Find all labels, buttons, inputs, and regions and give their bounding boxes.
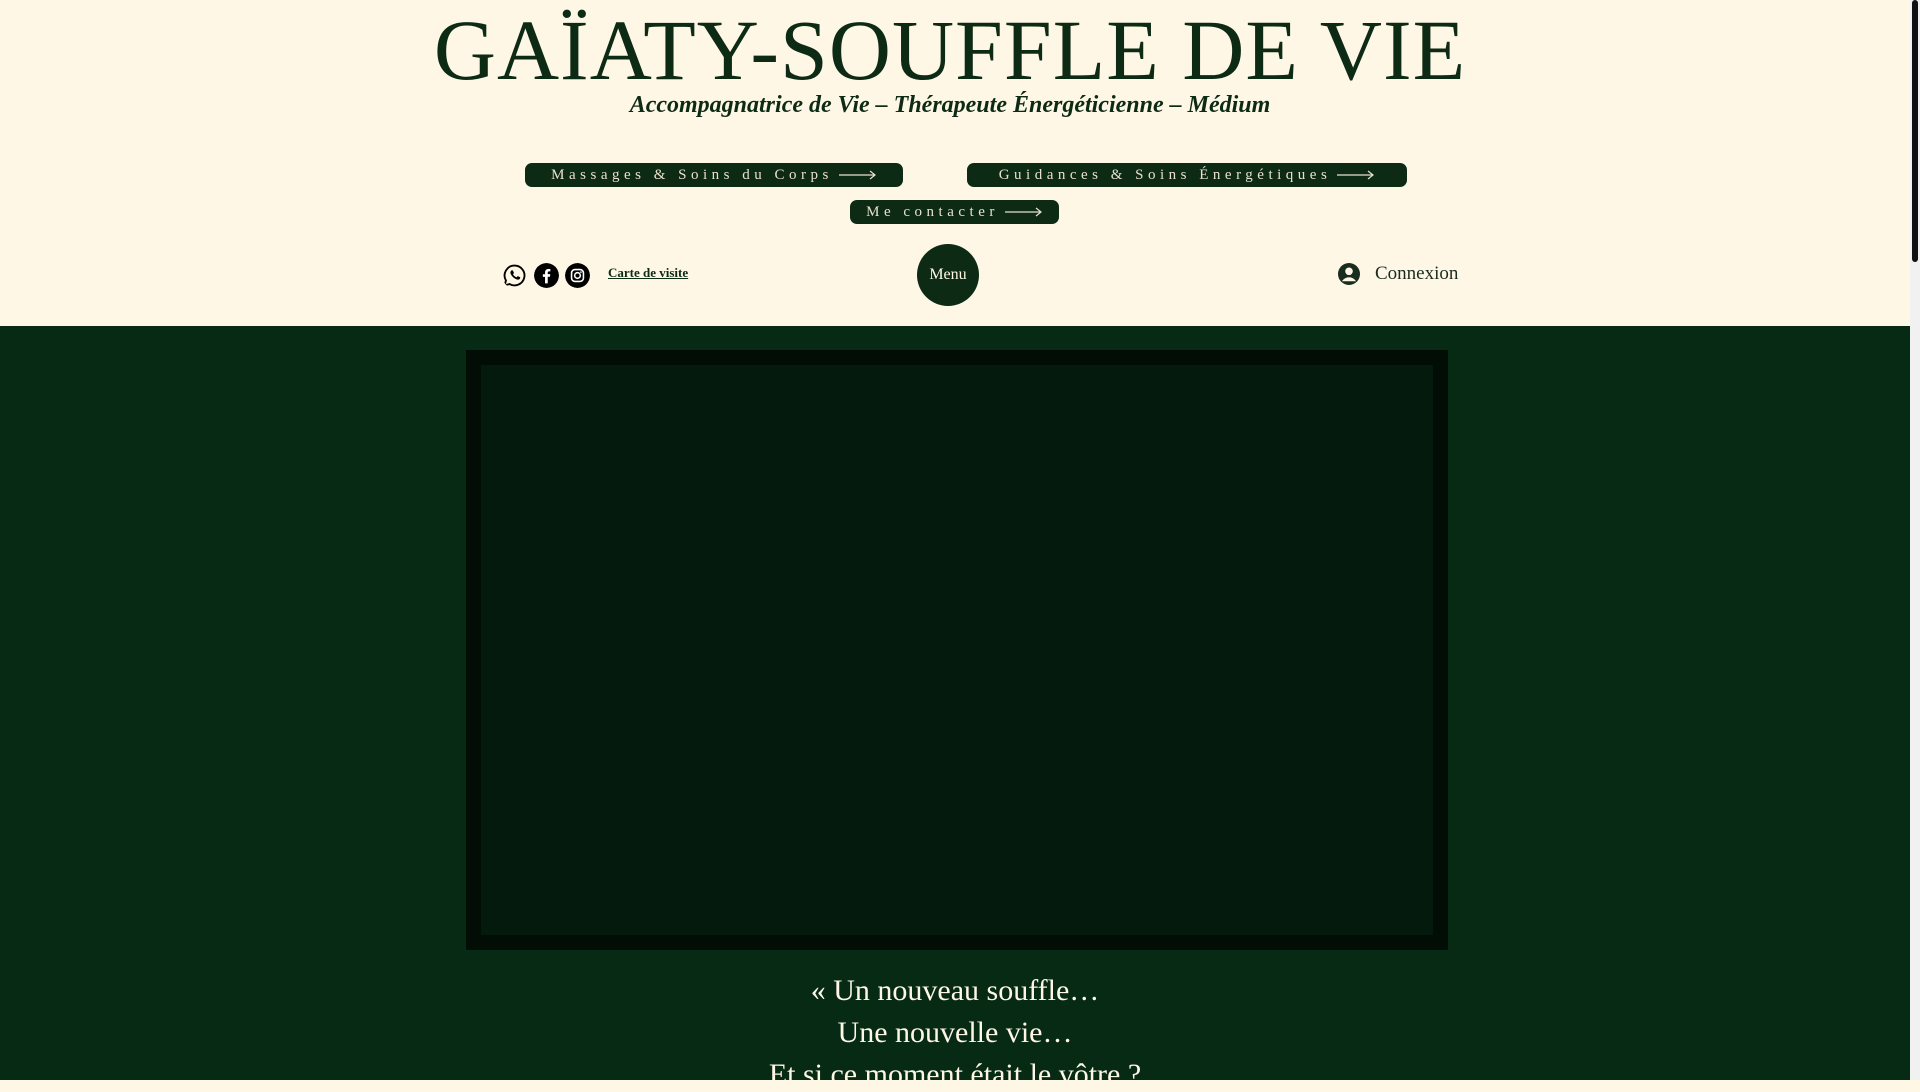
quote-line-1: « Un nouveau souffle… — [810, 974, 1100, 1007]
quote-line-3: Et si ce moment était le vôtre ? — [768, 1058, 1142, 1091]
whatsapp-icon[interactable] — [502, 263, 527, 288]
massages-button-label: Massages & Soins du Corps — [551, 167, 833, 183]
login-button[interactable]: Connexion — [1337, 262, 1458, 286]
contact-button[interactable]: Me contacter — [850, 200, 1059, 224]
page-scrollbar[interactable] — [1910, 0, 1920, 1080]
menu-button[interactable]: Menu — [917, 244, 979, 306]
site-tagline: Accompagnatrice de Vie – Thérapeute Éner… — [629, 92, 1271, 118]
facebook-icon[interactable] — [534, 263, 559, 288]
guidances-button[interactable]: Guidances & Soins Énergétiques — [967, 163, 1407, 187]
quote-line-2: Une nouvelle vie… — [837, 1016, 1073, 1049]
video-screen[interactable] — [481, 365, 1433, 935]
login-label: Connexion — [1375, 263, 1459, 284]
hero-section: « Un nouveau souffle… Une nouvelle vie… … — [0, 326, 1910, 1091]
video-player[interactable] — [466, 350, 1448, 950]
contact-button-label: Me contacter — [866, 204, 999, 220]
site-header: GAÏATY-SOUFFLE DE VIE Accompagnatrice de… — [0, 0, 1910, 326]
business-card-link[interactable]: Carte de visite — [608, 265, 688, 281]
arrow-right-icon — [1004, 207, 1042, 217]
massages-button[interactable]: Massages & Soins du Corps — [525, 163, 903, 187]
scrollbar-thumb[interactable] — [1912, 0, 1918, 262]
user-avatar-icon — [1338, 263, 1360, 285]
site-title[interactable]: GAÏATY-SOUFFLE DE VIE — [0, 2, 1900, 98]
guidances-button-label: Guidances & Soins Énergétiques — [998, 167, 1332, 183]
arrow-right-icon — [838, 170, 876, 180]
instagram-icon[interactable] — [565, 263, 590, 288]
arrow-right-icon — [1337, 170, 1375, 180]
